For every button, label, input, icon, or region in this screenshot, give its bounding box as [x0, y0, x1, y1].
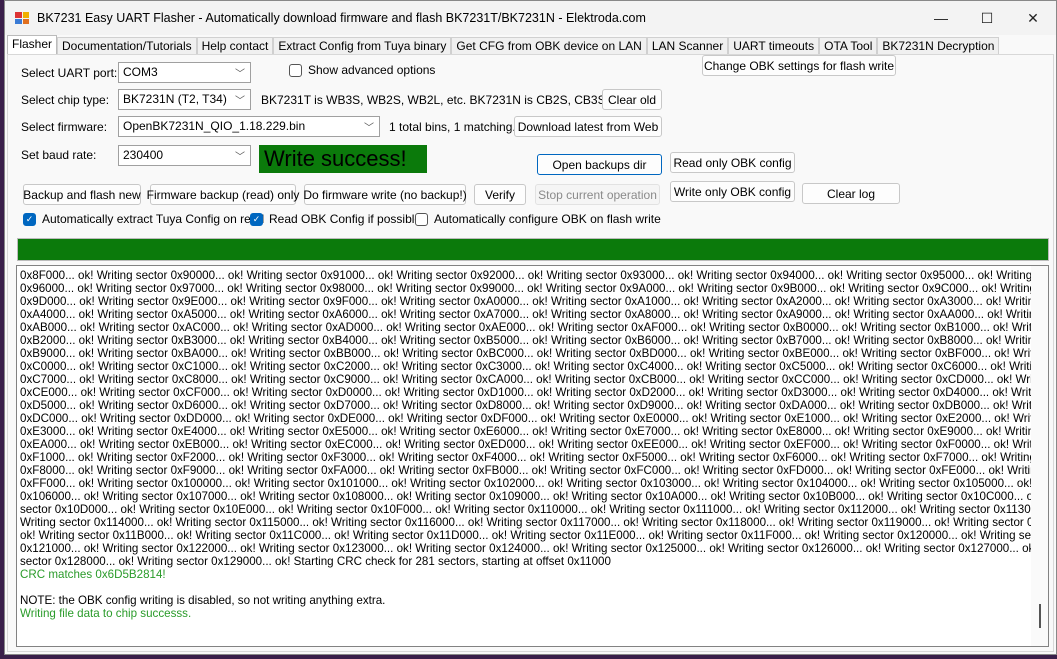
tab-uart-timeouts[interactable]: UART timeouts [728, 37, 820, 54]
auto-configure-obk-label: Automatically configure OBK on flash wri… [434, 212, 661, 226]
clear-old-button[interactable]: Clear old [602, 89, 662, 110]
log-line: 0xFF000... ok! Writing sector 0x100000..… [20, 477, 1049, 490]
tab-flasher[interactable]: Flasher [7, 35, 58, 54]
log-line: 0x9D000... ok! Writing sector 0x9E000...… [20, 295, 1049, 308]
maximize-button[interactable]: ☐ [964, 1, 1010, 35]
read-obk-config-button[interactable]: Read only OBK config [670, 152, 795, 173]
baud-rate-label: Set baud rate: [21, 148, 97, 162]
tab-help-contact[interactable]: Help contact [196, 37, 274, 54]
baud-rate-value: 230400 [123, 148, 164, 162]
log-line: 0xDC000... ok! Writing sector 0xDD000...… [20, 412, 1049, 425]
window-title: BK7231 Easy UART Flasher - Automatically… [37, 11, 646, 25]
auto-extract-tuya-checkbox[interactable]: ✓ Automatically extract Tuya Config on re… [23, 212, 264, 226]
auto-extract-tuya-label: Automatically extract Tuya Config on rea… [42, 212, 265, 226]
firmware-value: OpenBK7231N_QIO_1.18.229.bin [123, 119, 306, 133]
chip-type-select[interactable]: BK7231N (T2, T34) ﹀ [118, 89, 251, 110]
log-line: Writing file data to chip successs. [20, 607, 192, 620]
log-line: NOTE: the OBK config writing is disabled… [20, 594, 386, 607]
log-line: 0xEA000... ok! Writing sector 0xEB000...… [20, 438, 1049, 451]
firmware-select[interactable]: OpenBK7231N_QIO_1.18.229.bin ﹀ [118, 116, 380, 137]
log-line: 0xA4000... ok! Writing sector 0xA5000...… [20, 308, 1049, 321]
checkbox-icon [415, 212, 428, 226]
uart-port-label: Select UART port: [21, 66, 118, 80]
chip-type-value: BK7231N (T2, T34) [123, 92, 227, 106]
log-line: 0xF1000... ok! Writing sector 0xF2000...… [20, 451, 1049, 464]
progress-bar [17, 238, 1049, 261]
uart-port-value: COM3 [123, 65, 158, 79]
chevron-down-icon: ﹀ [235, 152, 245, 163]
tab-bk7231n-decryption[interactable]: BK7231N Decryption [877, 37, 1000, 54]
auto-configure-obk-checkbox[interactable]: Automatically configure OBK on flash wri… [415, 212, 661, 226]
log-line: 0x121000... ok! Writing sector 0x122000.… [20, 542, 1049, 555]
log-line: 0x8F000... ok! Writing sector 0x90000...… [20, 269, 1049, 282]
log-lines: 0x8F000... ok! Writing sector 0x90000...… [20, 269, 1048, 620]
log-line: 0x96000... ok! Writing sector 0x97000...… [20, 282, 1049, 295]
chip-type-label: Select chip type: [21, 93, 110, 107]
show-advanced-label: Show advanced options [308, 63, 436, 77]
tab-documentation[interactable]: Documentation/Tutorials [57, 37, 197, 54]
write-obk-config-button[interactable]: Write only OBK config [670, 181, 795, 202]
status-banner: Write success! [259, 145, 427, 173]
minimize-button[interactable]: — [918, 1, 964, 35]
log-line: 0x106000... ok! Writing sector 0x107000.… [20, 490, 1049, 503]
verify-button[interactable]: Verify [474, 184, 526, 205]
change-obk-settings-button[interactable]: Change OBK settings for flash write [702, 55, 896, 76]
tab-lan-scanner[interactable]: LAN Scanner [646, 37, 729, 54]
checkbox-icon [289, 63, 302, 77]
log-line: Writing sector 0x114000... ok! Writing s… [20, 516, 1049, 529]
log-line: 0xD5000... ok! Writing sector 0xD6000...… [20, 399, 1049, 412]
firmware-label: Select firmware: [21, 120, 108, 134]
title-bar: BK7231 Easy UART Flasher - Automatically… [5, 1, 1056, 35]
tab-strip: Flasher Documentation/Tutorials Help con… [7, 35, 1000, 54]
chevron-down-icon: ﹀ [235, 96, 245, 107]
scrollbar-thumb[interactable] [1039, 604, 1041, 628]
chip-hint: BK7231T is WB3S, WB2S, WB2L, etc. BK7231… [261, 93, 629, 107]
tab-extract-config[interactable]: Extract Config from Tuya binary [273, 37, 452, 54]
log-output[interactable]: 0x8F000... ok! Writing sector 0x90000...… [16, 265, 1049, 647]
log-line: CRC matches 0x6D5B2814! [20, 568, 166, 581]
checkmark-icon: ✓ [250, 212, 263, 226]
baud-rate-select[interactable]: 230400 ﹀ [118, 145, 251, 166]
firmware-hint: 1 total bins, 1 matching. [389, 120, 516, 134]
read-obk-config-label: Read OBK Config if possible [269, 212, 422, 226]
download-latest-button[interactable]: Download latest from Web [514, 116, 662, 137]
chevron-down-icon: ﹀ [235, 69, 245, 80]
close-button[interactable]: ✕ [1010, 1, 1056, 35]
log-line: sector 0x10D000... ok! Writing sector 0x… [20, 503, 1049, 516]
log-line: 0xB9000... ok! Writing sector 0xBA000...… [20, 347, 1049, 360]
log-line: sector 0x128000... ok! Writing sector 0x… [20, 555, 611, 568]
log-line: ok! Writing sector 0x11B000... ok! Writi… [20, 529, 1049, 542]
log-line: 0xC7000... ok! Writing sector 0xC8000...… [20, 373, 1049, 386]
log-line: 0xC0000... ok! Writing sector 0xC1000...… [20, 360, 1049, 373]
backup-and-flash-button[interactable]: Backup and flash new [23, 184, 141, 205]
log-line: 0xCE000... ok! Writing sector 0xCF000...… [20, 386, 1049, 399]
firmware-write-button[interactable]: Do firmware write (no backup!) [303, 184, 467, 205]
log-scrollbar[interactable] [1031, 266, 1048, 646]
clear-log-button[interactable]: Clear log [802, 183, 900, 204]
firmware-backup-button[interactable]: Firmware backup (read) only [147, 184, 299, 205]
app-window: BK7231 Easy UART Flasher - Automatically… [4, 0, 1057, 655]
open-backups-dir-button[interactable]: Open backups dir [537, 154, 662, 175]
log-line: 0xF8000... ok! Writing sector 0xF9000...… [20, 464, 1049, 477]
tab-ota-tool[interactable]: OTA Tool [819, 37, 878, 54]
log-line: 0xB2000... ok! Writing sector 0xB3000...… [20, 334, 1049, 347]
uart-port-select[interactable]: COM3 ﹀ [118, 62, 251, 83]
checkmark-icon: ✓ [23, 212, 36, 226]
chevron-down-icon: ﹀ [364, 123, 374, 134]
log-line: 0xAB000... ok! Writing sector 0xAC000...… [20, 321, 1049, 334]
stop-operation-button[interactable]: Stop current operation [535, 184, 660, 205]
show-advanced-checkbox[interactable]: Show advanced options [289, 63, 435, 77]
log-line: 0xE3000... ok! Writing sector 0xE4000...… [20, 425, 1049, 438]
flasher-panel: Select UART port: COM3 ﹀ Show advanced op… [7, 54, 1054, 652]
read-obk-config-checkbox[interactable]: ✓ Read OBK Config if possible [250, 212, 421, 226]
tab-get-cfg[interactable]: Get CFG from OBK device on LAN [451, 37, 647, 54]
app-icon [15, 12, 29, 24]
